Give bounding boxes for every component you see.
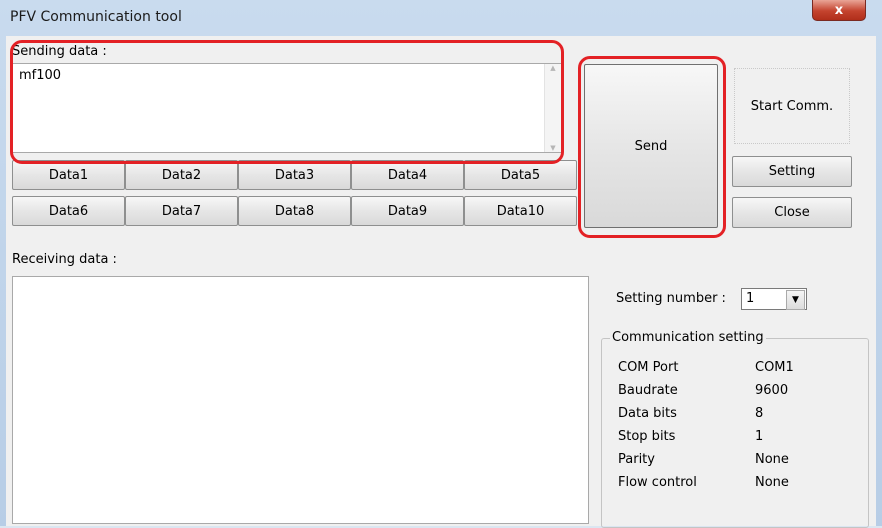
sending-data-value: mf100 [19, 68, 62, 83]
title-bar: PFV Communication tool x [0, 0, 882, 36]
close-icon: x [834, 2, 844, 18]
scroll-down-icon: ▼ [550, 144, 556, 152]
comm-value: 1 [755, 429, 764, 444]
data9-button[interactable]: Data9 [351, 196, 464, 226]
sending-data-label: Sending data : [12, 44, 107, 59]
communication-setting-title: Communication setting [610, 330, 766, 345]
setting-number-value: 1 [746, 291, 755, 306]
comm-key: Flow control [618, 475, 697, 490]
comm-key: COM Port [618, 360, 679, 375]
data3-button[interactable]: Data3 [238, 160, 351, 190]
comm-value: None [755, 475, 789, 490]
close-button[interactable]: Close [732, 197, 852, 228]
receiving-data-output[interactable] [12, 276, 589, 524]
data8-button[interactable]: Data8 [238, 196, 351, 226]
client-area: Sending data : mf100 ▲ ▼ Data1 Data2 Dat… [6, 36, 876, 528]
window-close-button[interactable]: x [812, 0, 866, 21]
comm-value: COM1 [755, 360, 794, 375]
data10-button[interactable]: Data10 [464, 196, 577, 226]
comm-key: Stop bits [618, 429, 676, 444]
app-window: PFV Communication tool x Sending data : … [0, 0, 882, 528]
sending-data-input[interactable]: mf100 ▲ ▼ [12, 63, 562, 153]
data4-button[interactable]: Data4 [351, 160, 464, 190]
window-title: PFV Communication tool [10, 9, 182, 25]
data7-button[interactable]: Data7 [125, 196, 238, 226]
data6-button[interactable]: Data6 [12, 196, 125, 226]
comm-value: 8 [755, 406, 764, 421]
comm-value: 9600 [755, 383, 789, 398]
data5-button[interactable]: Data5 [464, 160, 577, 190]
comm-key: Parity [618, 452, 655, 467]
comm-value: None [755, 452, 789, 467]
send-button[interactable]: Send [584, 64, 718, 228]
setting-button[interactable]: Setting [732, 156, 852, 187]
receiving-data-label: Receiving data : [12, 252, 117, 267]
comm-key: Baudrate [618, 383, 678, 398]
data2-button[interactable]: Data2 [125, 160, 238, 190]
comm-key: Data bits [618, 406, 677, 421]
sending-data-scrollbar[interactable]: ▲ ▼ [544, 64, 561, 152]
data1-button[interactable]: Data1 [12, 160, 125, 190]
scroll-up-icon: ▲ [550, 64, 556, 72]
setting-number-select[interactable]: 1 ▼ [741, 288, 807, 310]
start-comm-button[interactable]: Start Comm. [732, 66, 852, 146]
communication-setting-group: Communication setting COM Port COM1 Baud… [601, 330, 869, 528]
chevron-down-icon[interactable]: ▼ [786, 290, 805, 310]
setting-number-label: Setting number : [616, 291, 726, 306]
